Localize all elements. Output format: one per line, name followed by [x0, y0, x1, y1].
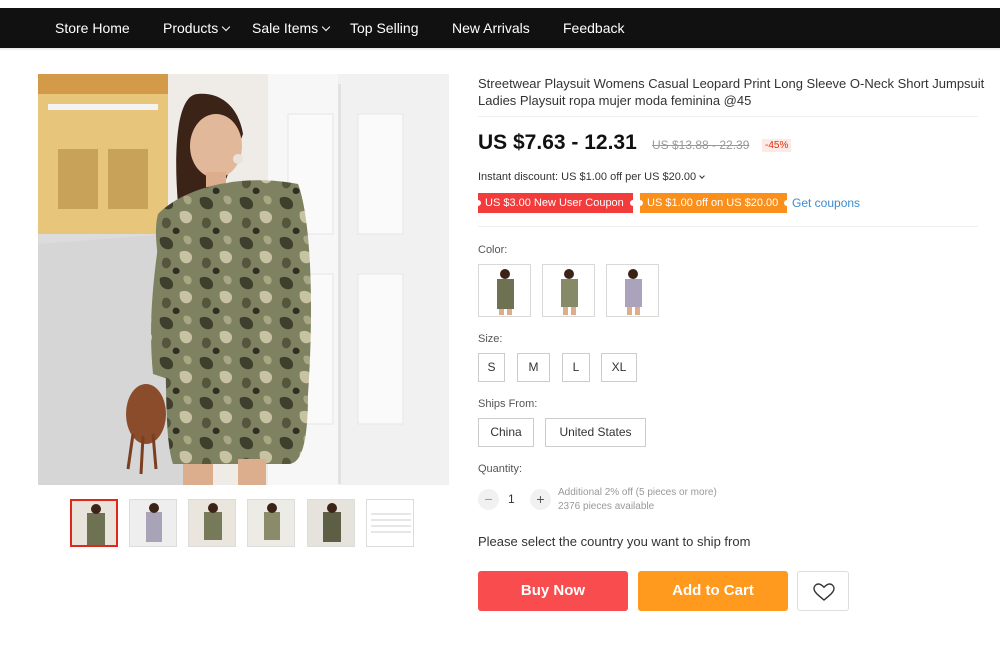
color-option[interactable]	[606, 264, 659, 317]
nav-store-home[interactable]: Store Home	[55, 8, 130, 48]
color-option[interactable]	[478, 264, 531, 317]
store-coupon[interactable]: US $1.00 off on US $20.00	[637, 193, 790, 213]
instant-discount[interactable]: Instant discount: US $1.00 off per US $2…	[478, 171, 705, 183]
discount-badge: -45%	[762, 139, 792, 152]
nav-top-selling-label: Top Selling	[350, 20, 419, 36]
color-label: Color:	[478, 244, 508, 256]
quantity-decrease-button[interactable]: −	[478, 489, 499, 510]
camo-lavender-thumb-icon	[130, 500, 176, 546]
thumbnail[interactable]	[307, 499, 355, 547]
ships-from-label: Ships From:	[478, 398, 538, 410]
size-chart-thumb-icon	[367, 500, 413, 546]
heart-icon	[813, 583, 835, 601]
instant-discount-label: Instant discount: US $1.00 off per US $2…	[478, 171, 697, 183]
size-label: Size:	[478, 333, 503, 345]
get-coupons-link[interactable]: Get coupons	[792, 196, 860, 210]
camo-dark-thumb-icon	[308, 500, 354, 546]
nav-sale-items[interactable]: Sale Items	[252, 8, 331, 48]
nav-new-arrivals[interactable]: New Arrivals	[452, 8, 530, 48]
thumbnail[interactable]	[70, 499, 118, 547]
camo-olive-thumb-icon	[248, 500, 294, 546]
ships-from-united-states[interactable]: United States	[545, 418, 646, 447]
quantity-label: Quantity:	[478, 463, 523, 475]
original-price: US $13.88 - 22.39	[652, 138, 750, 152]
pieces-available: 2376 pieces available	[558, 501, 655, 512]
camo-green-thumb-icon	[189, 500, 235, 546]
ship-country-message: Please select the country you want to sh…	[478, 534, 751, 549]
nav-feedback[interactable]: Feedback	[563, 8, 624, 48]
quantity-value[interactable]: 1	[508, 492, 515, 506]
chevron-down-icon	[321, 22, 331, 32]
coupon-label: US $3.00 New User Coupon	[485, 197, 624, 209]
buy-now-button[interactable]: Buy Now	[478, 571, 628, 611]
add-to-cart-button[interactable]: Add to Cart	[638, 571, 788, 611]
nav-new-arrivals-label: New Arrivals	[452, 20, 530, 36]
camo-olive-icon	[479, 265, 530, 316]
camo-dress-thumb-icon	[72, 501, 116, 545]
chevron-down-icon	[699, 173, 705, 179]
divider	[478, 226, 978, 227]
coupon-label: US $1.00 off on US $20.00	[647, 197, 779, 209]
nav-top-selling[interactable]: Top Selling	[350, 8, 419, 48]
nav-store-home-label: Store Home	[55, 20, 130, 36]
nav-divider	[0, 48, 1000, 51]
wishlist-button[interactable]	[797, 571, 849, 611]
thumbnail[interactable]	[366, 499, 414, 547]
nav-products[interactable]: Products	[163, 8, 231, 48]
nav-sale-items-label: Sale Items	[252, 20, 319, 36]
model-photo-icon	[38, 74, 449, 485]
ships-from-china[interactable]: China	[478, 418, 534, 447]
camo-lavender-icon	[607, 265, 658, 316]
nav-feedback-label: Feedback	[563, 20, 625, 36]
size-option-s[interactable]: S	[478, 353, 505, 382]
main-product-image[interactable]	[38, 74, 449, 485]
new-user-coupon[interactable]: US $3.00 New User Coupon	[475, 193, 636, 213]
size-option-m[interactable]: M	[517, 353, 550, 382]
thumbnail[interactable]	[188, 499, 236, 547]
product-title: Streetwear Playsuit Womens Casual Leopar…	[478, 76, 985, 108]
color-option[interactable]	[542, 264, 595, 317]
camo-green-icon	[543, 265, 594, 316]
product-price: US $7.63 - 12.31	[478, 131, 637, 154]
divider	[478, 116, 978, 117]
chevron-down-icon	[222, 22, 231, 32]
quantity-discount-note: Additional 2% off (5 pieces or more)	[558, 487, 717, 498]
size-option-l[interactable]: L	[562, 353, 590, 382]
quantity-increase-button[interactable]: +	[530, 489, 551, 510]
top-nav: Store Home Products Sale Items Top Selli…	[0, 8, 1000, 48]
nav-products-label: Products	[163, 20, 219, 36]
thumbnail[interactable]	[247, 499, 295, 547]
thumbnail[interactable]	[129, 499, 177, 547]
size-option-xl[interactable]: XL	[601, 353, 637, 382]
